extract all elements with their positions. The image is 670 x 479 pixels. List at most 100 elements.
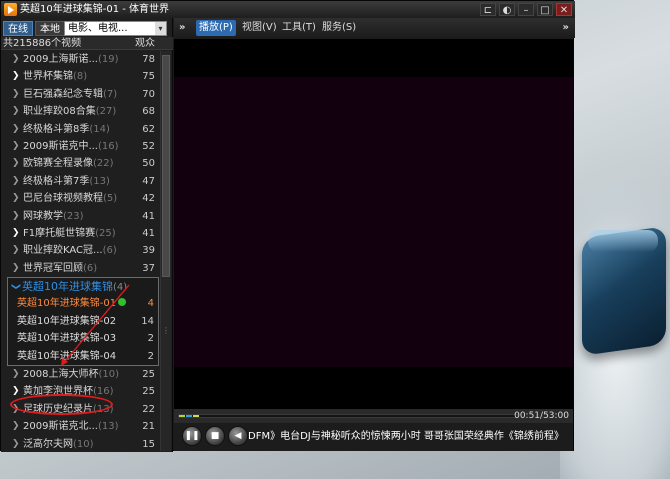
list-item-label: 网球教学(23)	[23, 210, 84, 222]
tab-online[interactable]: 在线	[3, 21, 33, 36]
chevron-right-icon[interactable]: ❯	[12, 138, 20, 155]
episode-item[interactable]: 英超10年进球集锦-04 2	[8, 348, 158, 366]
list-item-count: (23)	[63, 210, 84, 222]
list-item[interactable]: ❯ 终极格斗第8季(14) 62	[1, 121, 159, 138]
skin-icon[interactable]: ◐	[499, 3, 515, 16]
list-item-label: F1摩托艇世锦赛(25)	[23, 227, 116, 239]
episode-views: 4	[147, 298, 154, 310]
list-item-label: 世界杯集锦(8)	[23, 71, 88, 83]
scrollbar-thumb[interactable]	[162, 55, 170, 277]
chevron-right-icon[interactable]: ❯	[12, 121, 20, 138]
mute-button[interactable]: ◀	[228, 426, 248, 446]
list-item[interactable]: ❯ 2009上海斯诺...(19) 78	[1, 51, 159, 68]
episode-item[interactable]: 英超10年进球集锦-03 2	[8, 330, 158, 348]
list-item-label: 终极格斗第8季(14)	[23, 123, 110, 135]
seek-bar[interactable]	[178, 414, 518, 418]
group-header[interactable]: ❯ 英超10年进球集锦(4)	[8, 278, 158, 295]
news-ticker[interactable]: DFM》电台DJ与神秘听众的惊悚两小时 哥哥张国荣经典作《锦绣前程》	[248, 429, 566, 445]
list-item[interactable]: ❯ 世界杯集锦(8) 75	[1, 68, 159, 85]
chevron-right-icon[interactable]: ❯	[12, 208, 20, 225]
list-item[interactable]: ❯ 2009斯诺克北...(13) 21	[1, 418, 159, 435]
list-item-label: 泛高尔夫网(10)	[23, 438, 94, 450]
list-item-views: 50	[142, 158, 155, 170]
chevron-right-icon[interactable]: ❯	[12, 225, 20, 242]
views-column-header[interactable]: 观众	[135, 37, 155, 50]
list-item-count: (6)	[102, 245, 117, 257]
list-item-views: 41	[142, 227, 155, 239]
menu-item[interactable]: 视图(V)	[239, 20, 280, 36]
list-item[interactable]: ❯ F1摩托艇世锦赛(25) 41	[1, 225, 159, 242]
list-item-label: 巨石强森纪念专辑(7)	[23, 88, 118, 100]
list-item[interactable]: ❯ 巨石强森纪念专辑(7) 70	[1, 86, 159, 103]
menu-item[interactable]: 工具(T)	[279, 20, 319, 36]
episode-label: 英超10年进球集锦-03	[17, 333, 117, 345]
list-item-views: 62	[142, 123, 155, 135]
minimize-button[interactable]: –	[518, 3, 534, 16]
list-item[interactable]: ❯ 职业摔跤KAC冠...(6) 39	[1, 242, 159, 259]
episode-label: 英超10年进球集锦-02	[17, 315, 117, 327]
maximize-button[interactable]: □	[537, 3, 553, 16]
list-item[interactable]: ❯ 泛高尔夫网(10) 15	[1, 436, 159, 451]
chevron-right-icon[interactable]: ❯	[12, 418, 20, 435]
list-item-views: 68	[142, 106, 155, 118]
list-item-label: 巴尼台球视频教程(5)	[23, 193, 118, 205]
menu-item[interactable]: 播放(P)	[196, 20, 236, 36]
list-item[interactable]: ❯ 巴尼台球视频教程(5) 42	[1, 190, 159, 207]
search-input[interactable]: 电影、电视...	[64, 21, 167, 36]
menu-bar: » 播放(P) 视图(V) 工具(T) 服务(S) »	[174, 18, 575, 38]
list-item-views: 21	[142, 421, 155, 433]
chevron-right-icon[interactable]: ❯	[12, 260, 20, 277]
episode-item[interactable]: 英超10年进球集锦-01 4	[8, 295, 158, 313]
video-area[interactable]	[174, 39, 573, 409]
list-item-views: 37	[142, 262, 155, 274]
video-frame[interactable]	[174, 77, 573, 367]
episode-item[interactable]: 英超10年进球集锦-02 14	[8, 313, 158, 331]
player-window: 英超10年进球集锦-01 - 体育世界 ⊏ ◐ – □ ✕ 在线 本地 电影、电…	[0, 0, 575, 452]
list-item-label: 终极格斗第7季(13)	[23, 175, 110, 187]
episode-label: 英超10年进球集锦-04	[17, 350, 117, 362]
list-item-count: (27)	[95, 106, 117, 118]
chevron-right-icon[interactable]: ❯	[12, 51, 20, 68]
tab-local[interactable]: 本地	[35, 21, 65, 36]
list-item[interactable]: ❯ 职业摔跤08合集(27) 68	[1, 103, 159, 120]
playback-time: 00:51/53:00	[514, 411, 569, 421]
expand-right-icon[interactable]: »	[563, 18, 569, 38]
annotation-circle	[10, 394, 113, 415]
chevron-right-icon[interactable]: ❯	[12, 190, 20, 207]
list-item-count: (5)	[103, 193, 118, 205]
chevron-right-icon[interactable]: ❯	[12, 366, 20, 383]
pip-mode-icon[interactable]: ⊏	[480, 3, 496, 16]
pause-button[interactable]: ❚❚	[182, 426, 202, 446]
episode-views: 2	[147, 333, 154, 345]
list-item[interactable]: ❯ 欧锦赛全程录像(22) 50	[1, 155, 159, 172]
panel-resize-grip-icon[interactable]: ⋮	[162, 326, 170, 335]
list-item[interactable]: ❯ 2009斯诺克中...(16) 52	[1, 138, 159, 155]
list-item-views: 25	[142, 369, 155, 381]
list-item-views: 15	[142, 438, 155, 450]
expand-left-icon[interactable]: »	[179, 18, 185, 38]
chevron-down-icon[interactable]: ❯	[6, 283, 23, 291]
menu-item[interactable]: 服务(S)	[319, 20, 359, 36]
now-playing-icon	[118, 298, 127, 307]
list-scrollbar[interactable]: ⋮	[160, 51, 171, 451]
chevron-right-icon[interactable]: ❯	[12, 242, 20, 259]
app-logo-icon[interactable]	[4, 3, 17, 16]
list-item[interactable]: ❯ 终极格斗第7季(13) 47	[1, 173, 159, 190]
stop-button[interactable]: ■	[205, 426, 225, 446]
list-item-count: (25)	[95, 227, 116, 239]
close-button[interactable]: ✕	[556, 3, 572, 16]
list-item-count: (16)	[98, 140, 119, 152]
list-item-views: 52	[142, 140, 155, 152]
search-dropdown-icon[interactable]: ▾	[155, 22, 166, 35]
chevron-right-icon[interactable]: ❯	[12, 155, 20, 172]
chevron-right-icon[interactable]: ❯	[12, 173, 20, 190]
list-item[interactable]: ❯ 2008上海大师杯(10) 25	[1, 366, 159, 383]
chevron-right-icon[interactable]: ❯	[12, 436, 20, 451]
list-item[interactable]: ❯ 世界冠军回顾(6) 37	[1, 260, 159, 277]
chevron-right-icon[interactable]: ❯	[12, 103, 20, 120]
title-bar[interactable]: 英超10年进球集锦-01 - 体育世界 ⊏ ◐ – □ ✕	[1, 1, 575, 18]
chevron-right-icon[interactable]: ❯	[12, 68, 20, 85]
list-item[interactable]: ❯ 网球教学(23) 41	[1, 208, 159, 225]
chevron-right-icon[interactable]: ❯	[12, 86, 20, 103]
list-item-count: (22)	[93, 158, 114, 170]
